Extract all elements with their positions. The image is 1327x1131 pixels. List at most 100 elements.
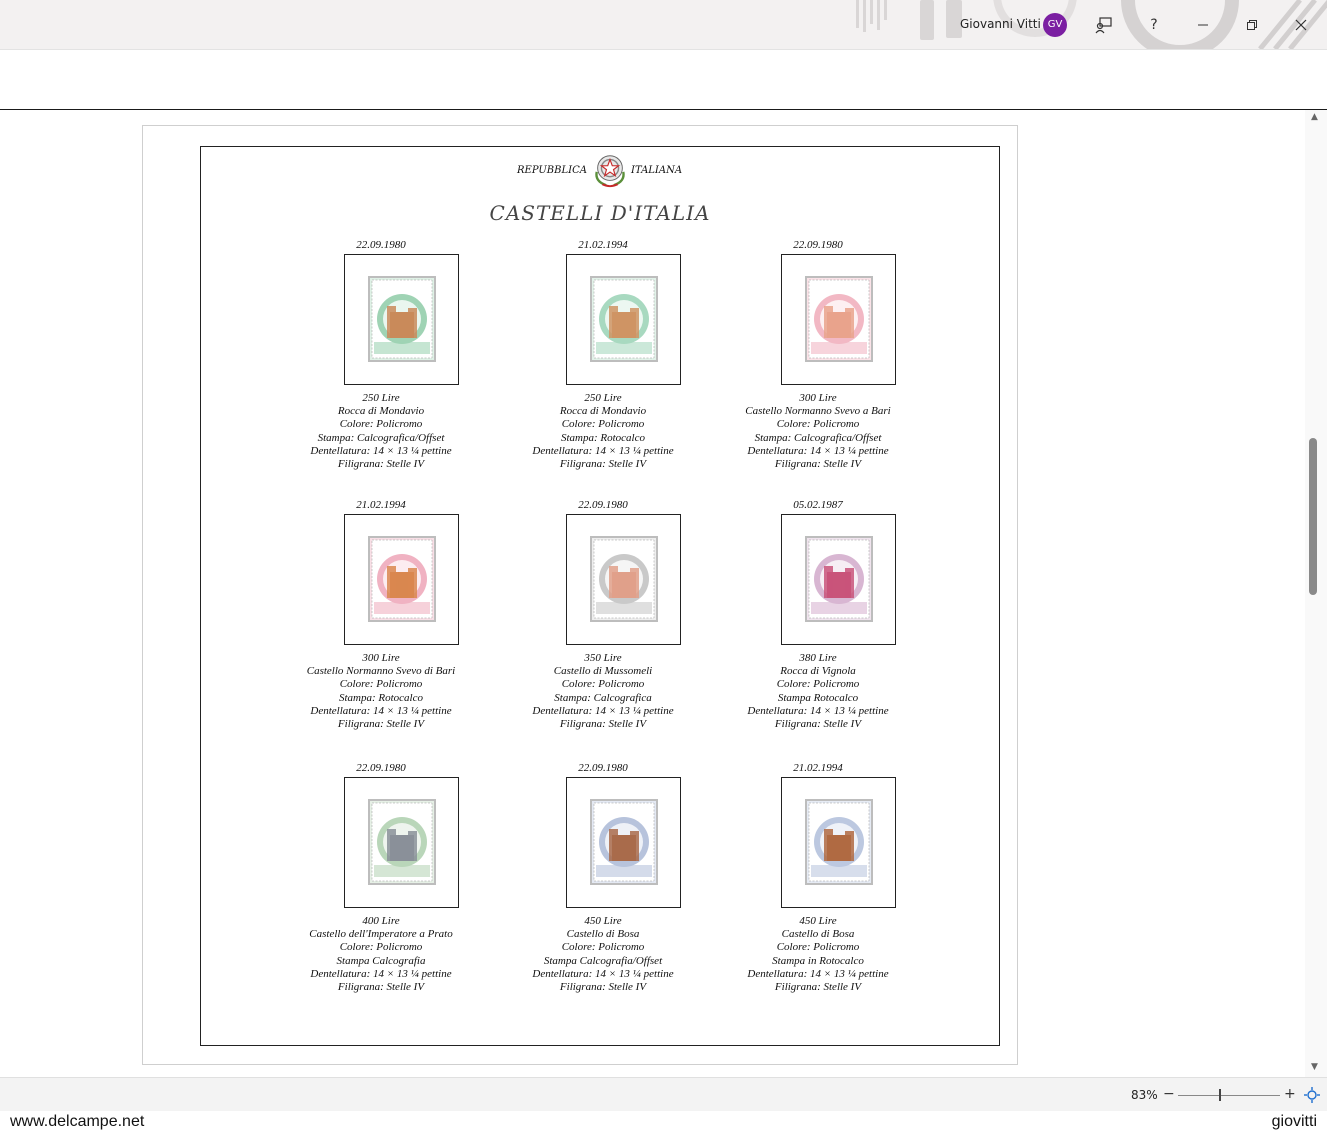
stamp-description-line: Filigrana: Stelle IV — [559, 981, 647, 994]
stamp-description-line: Stampa: Calcografica — [554, 691, 652, 704]
stamp-image — [805, 276, 873, 362]
stamp-description-line: Filigrana: Stelle IV — [559, 458, 647, 471]
stamp-description-line: Filigrana: Stelle IV — [774, 718, 862, 731]
stamp-description-line: Dentellatura: 14 × 13 ¼ pettine — [310, 704, 452, 717]
stamp-description-line: 450 Lire — [584, 915, 622, 927]
stamp-date: 22.09.1980 — [578, 762, 628, 774]
italian-emblem-icon — [595, 155, 625, 188]
feedback-button[interactable] — [1091, 12, 1117, 38]
stamp-description-line: Filigrana: Stelle IV — [559, 718, 647, 731]
stamp-description-line: Stampa: Calcografica/Offset — [754, 431, 882, 444]
help-icon: ? — [1150, 17, 1158, 33]
zoom-in-button[interactable]: + — [1284, 1086, 1296, 1102]
stamp-mount-box — [344, 254, 459, 385]
scrollbar-thumb[interactable] — [1309, 438, 1317, 595]
stamp-description-line: Colore: Policromo — [776, 941, 860, 954]
watermark-right: giovitti — [1271, 1113, 1317, 1130]
stamp-date: 21.02.1994 — [793, 762, 843, 774]
stamp-image — [805, 536, 873, 622]
close-button[interactable] — [1288, 12, 1314, 38]
stamp-image — [805, 799, 873, 885]
stamp-description: 300 Lire Castello Normanno Svevo a Bari Co… — [708, 392, 928, 471]
stamp-description-line: 400 Lire — [362, 915, 400, 927]
restore-button[interactable] — [1239, 12, 1265, 38]
scroll-up-icon[interactable]: ▲ — [1311, 112, 1318, 122]
status-bar: 83% − + — [0, 1077, 1327, 1112]
stamp-description-line: Colore: Policromo — [561, 678, 645, 691]
user-name[interactable]: Giovanni Vitti — [960, 17, 1041, 31]
ribbon-area — [0, 50, 1327, 110]
stamp-description-line: 350 Lire — [584, 652, 622, 664]
stamp-date: 22.09.1980 — [356, 239, 406, 251]
stamp-image — [590, 276, 658, 362]
fit-to-page-icon[interactable] — [1304, 1087, 1320, 1103]
stamp-description-line: Castello Normanno Svevo di Bari — [306, 665, 456, 678]
stamp-description-line: Castello di Mussomeli — [553, 665, 653, 678]
title-bar: Giovanni Vitti GV ? — [0, 0, 1327, 50]
feedback-icon — [1095, 17, 1112, 34]
stamp-description-line: Colore: Policromo — [776, 678, 860, 691]
stamp-date: 05.02.1987 — [793, 499, 843, 511]
stamp-description: 450 Lire Castello di Bosa Colore: Policrom… — [493, 915, 713, 994]
stamp-image — [368, 536, 436, 622]
stamp-description-line: Filigrana: Stelle IV — [337, 718, 425, 731]
stamp-description: 350 Lire Castello di Mussomeli Colore: Pol… — [493, 652, 713, 731]
stamp-mount-box — [781, 254, 896, 385]
zoom-slider-handle[interactable] — [1219, 1089, 1221, 1101]
close-icon — [1295, 19, 1307, 31]
stamp-mount-box — [566, 514, 681, 645]
stamp-description-line: Dentellatura: 14 × 13 ¼ pettine — [532, 967, 674, 980]
stamp-description-line: Castello di Bosa — [566, 928, 640, 941]
stamp-description-line: Filigrana: Stelle IV — [337, 981, 425, 994]
stamp-description: 400 Lire Castello dell'Imperatore a Prato… — [271, 915, 491, 994]
stamp-description-line: 250 Lire — [584, 392, 622, 404]
stamp-description: 380 Lire Rocca di Vignola Colore: Policrom… — [708, 652, 928, 731]
page-title: CASTELLI D'ITALIA — [489, 201, 711, 225]
stamp-mount-box — [344, 777, 459, 908]
stamp-description-line: Dentellatura: 14 × 13 ¼ pettine — [310, 967, 452, 980]
stamp-date: 22.09.1980 — [578, 499, 628, 511]
scroll-down-icon[interactable]: ▼ — [1311, 1062, 1318, 1072]
stamp-description-line: 300 Lire — [799, 392, 837, 404]
stamp-description-line: Colore: Policromo — [339, 418, 423, 431]
stamp-description: 250 Lire Rocca di Mondavio Colore: Policro… — [493, 392, 713, 471]
vertical-scrollbar[interactable]: ▲ ▼ — [1305, 110, 1327, 1077]
republic-label-right: ITALIANA — [631, 165, 683, 176]
user-avatar[interactable]: GV — [1043, 13, 1067, 37]
stamp-mount-box — [781, 514, 896, 645]
help-button[interactable]: ? — [1141, 12, 1167, 38]
document-workspace[interactable]: REPUBBLICA ITALIANA CASTELLI D'ITALIA 22… — [0, 110, 1305, 1077]
stamp-image — [590, 799, 658, 885]
stamp-description-line: 450 Lire — [799, 915, 837, 927]
minimize-button[interactable] — [1190, 12, 1216, 38]
stamp-description: 450 Lire Castello di Bosa Colore: Policrom… — [708, 915, 928, 994]
stamp-description-line: Stampa Calcografia — [336, 954, 426, 967]
watermark-left: www.delcampe.net — [10, 1113, 145, 1130]
stamp-description: 250 Lire Rocca di Mondavio Colore: Policro… — [271, 392, 491, 471]
restore-icon — [1247, 20, 1257, 30]
stamp-description-line: Dentellatura: 14 × 13 ¼ pettine — [310, 444, 452, 457]
stamp-image — [590, 536, 658, 622]
zoom-slider[interactable] — [1178, 1095, 1280, 1096]
stamp-description-line: Dentellatura: 14 × 13 ¼ pettine — [532, 444, 674, 457]
stamp-description-line: Castello di Bosa — [781, 928, 855, 941]
stamp-mount-box — [566, 777, 681, 908]
stamp-description-line: Stampa in Rotocalco — [772, 954, 864, 967]
zoom-out-button[interactable]: − — [1163, 1086, 1175, 1102]
stamp-description-line: Colore: Policromo — [776, 418, 860, 431]
stamp-mount-box — [566, 254, 681, 385]
stamp-description-line: Stampa Calcografia/Offset — [543, 954, 663, 967]
stamp-mount-box — [344, 514, 459, 645]
stamp-description-line: Dentellatura: 14 × 13 ¼ pettine — [747, 967, 889, 980]
document-page: REPUBBLICA ITALIANA CASTELLI D'ITALIA 22… — [142, 125, 1018, 1065]
stamp-description-line: Stampa: Calcografica/Offset — [317, 431, 445, 444]
stamp-date: 22.09.1980 — [356, 762, 406, 774]
stamp-description-line: Colore: Policromo — [339, 941, 423, 954]
stamp-description-line: 380 Lire — [799, 652, 837, 664]
stamp-date: 21.02.1994 — [578, 239, 628, 251]
stamp-mount-box — [781, 777, 896, 908]
zoom-level[interactable]: 83% — [1131, 1088, 1158, 1102]
stamp-description-line: Dentellatura: 14 × 13 ¼ pettine — [747, 444, 889, 457]
stamp-description-line: Dentellatura: 14 × 13 ¼ pettine — [532, 704, 674, 717]
stamp-description-line: Stampa Rotocalco — [777, 691, 859, 704]
